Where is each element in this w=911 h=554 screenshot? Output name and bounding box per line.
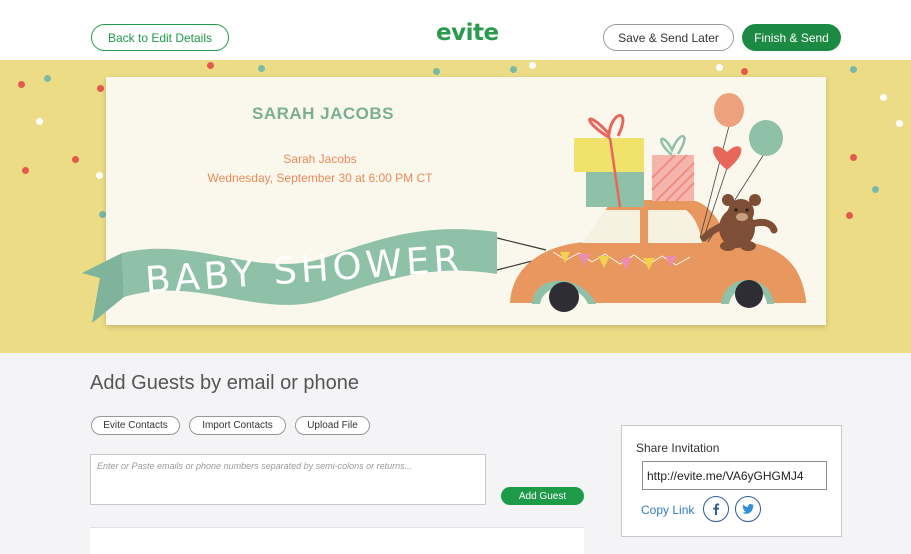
twitter-share-button[interactable] [735, 496, 761, 522]
facebook-icon [713, 503, 720, 515]
copy-link-button[interactable]: Copy Link [641, 503, 694, 517]
back-to-edit-details-button[interactable]: Back to Edit Details [91, 24, 229, 51]
twitter-icon [742, 504, 754, 514]
finish-send-button[interactable]: Finish & Send [742, 24, 841, 51]
baby-shower-artwork: BABY SHOWER [82, 93, 806, 323]
invitation-banner: SARAH JACOBS Sarah Jacobs Wednesday, Sep… [0, 60, 911, 353]
facebook-share-button[interactable] [703, 496, 729, 522]
upload-file-button[interactable]: Upload File [295, 416, 370, 435]
add-guests-title: Add Guests by email or phone [90, 372, 360, 394]
save-send-later-button[interactable]: Save & Send Later [603, 24, 734, 51]
guest-email-input[interactable] [90, 454, 486, 505]
import-contacts-button[interactable]: Import Contacts [189, 416, 286, 435]
share-url-field[interactable] [642, 461, 827, 490]
share-invitation-title: Share Invitation [636, 441, 720, 455]
share-invitation-panel: Share Invitation Copy Link [621, 425, 842, 537]
evite-logo[interactable]: evite [436, 20, 500, 52]
guest-list-panel [90, 527, 584, 554]
top-bar: Back to Edit Details evite Save & Send L… [0, 0, 911, 60]
add-guest-button[interactable]: Add Guest [501, 487, 584, 505]
evite-contacts-button[interactable]: Evite Contacts [91, 416, 180, 435]
